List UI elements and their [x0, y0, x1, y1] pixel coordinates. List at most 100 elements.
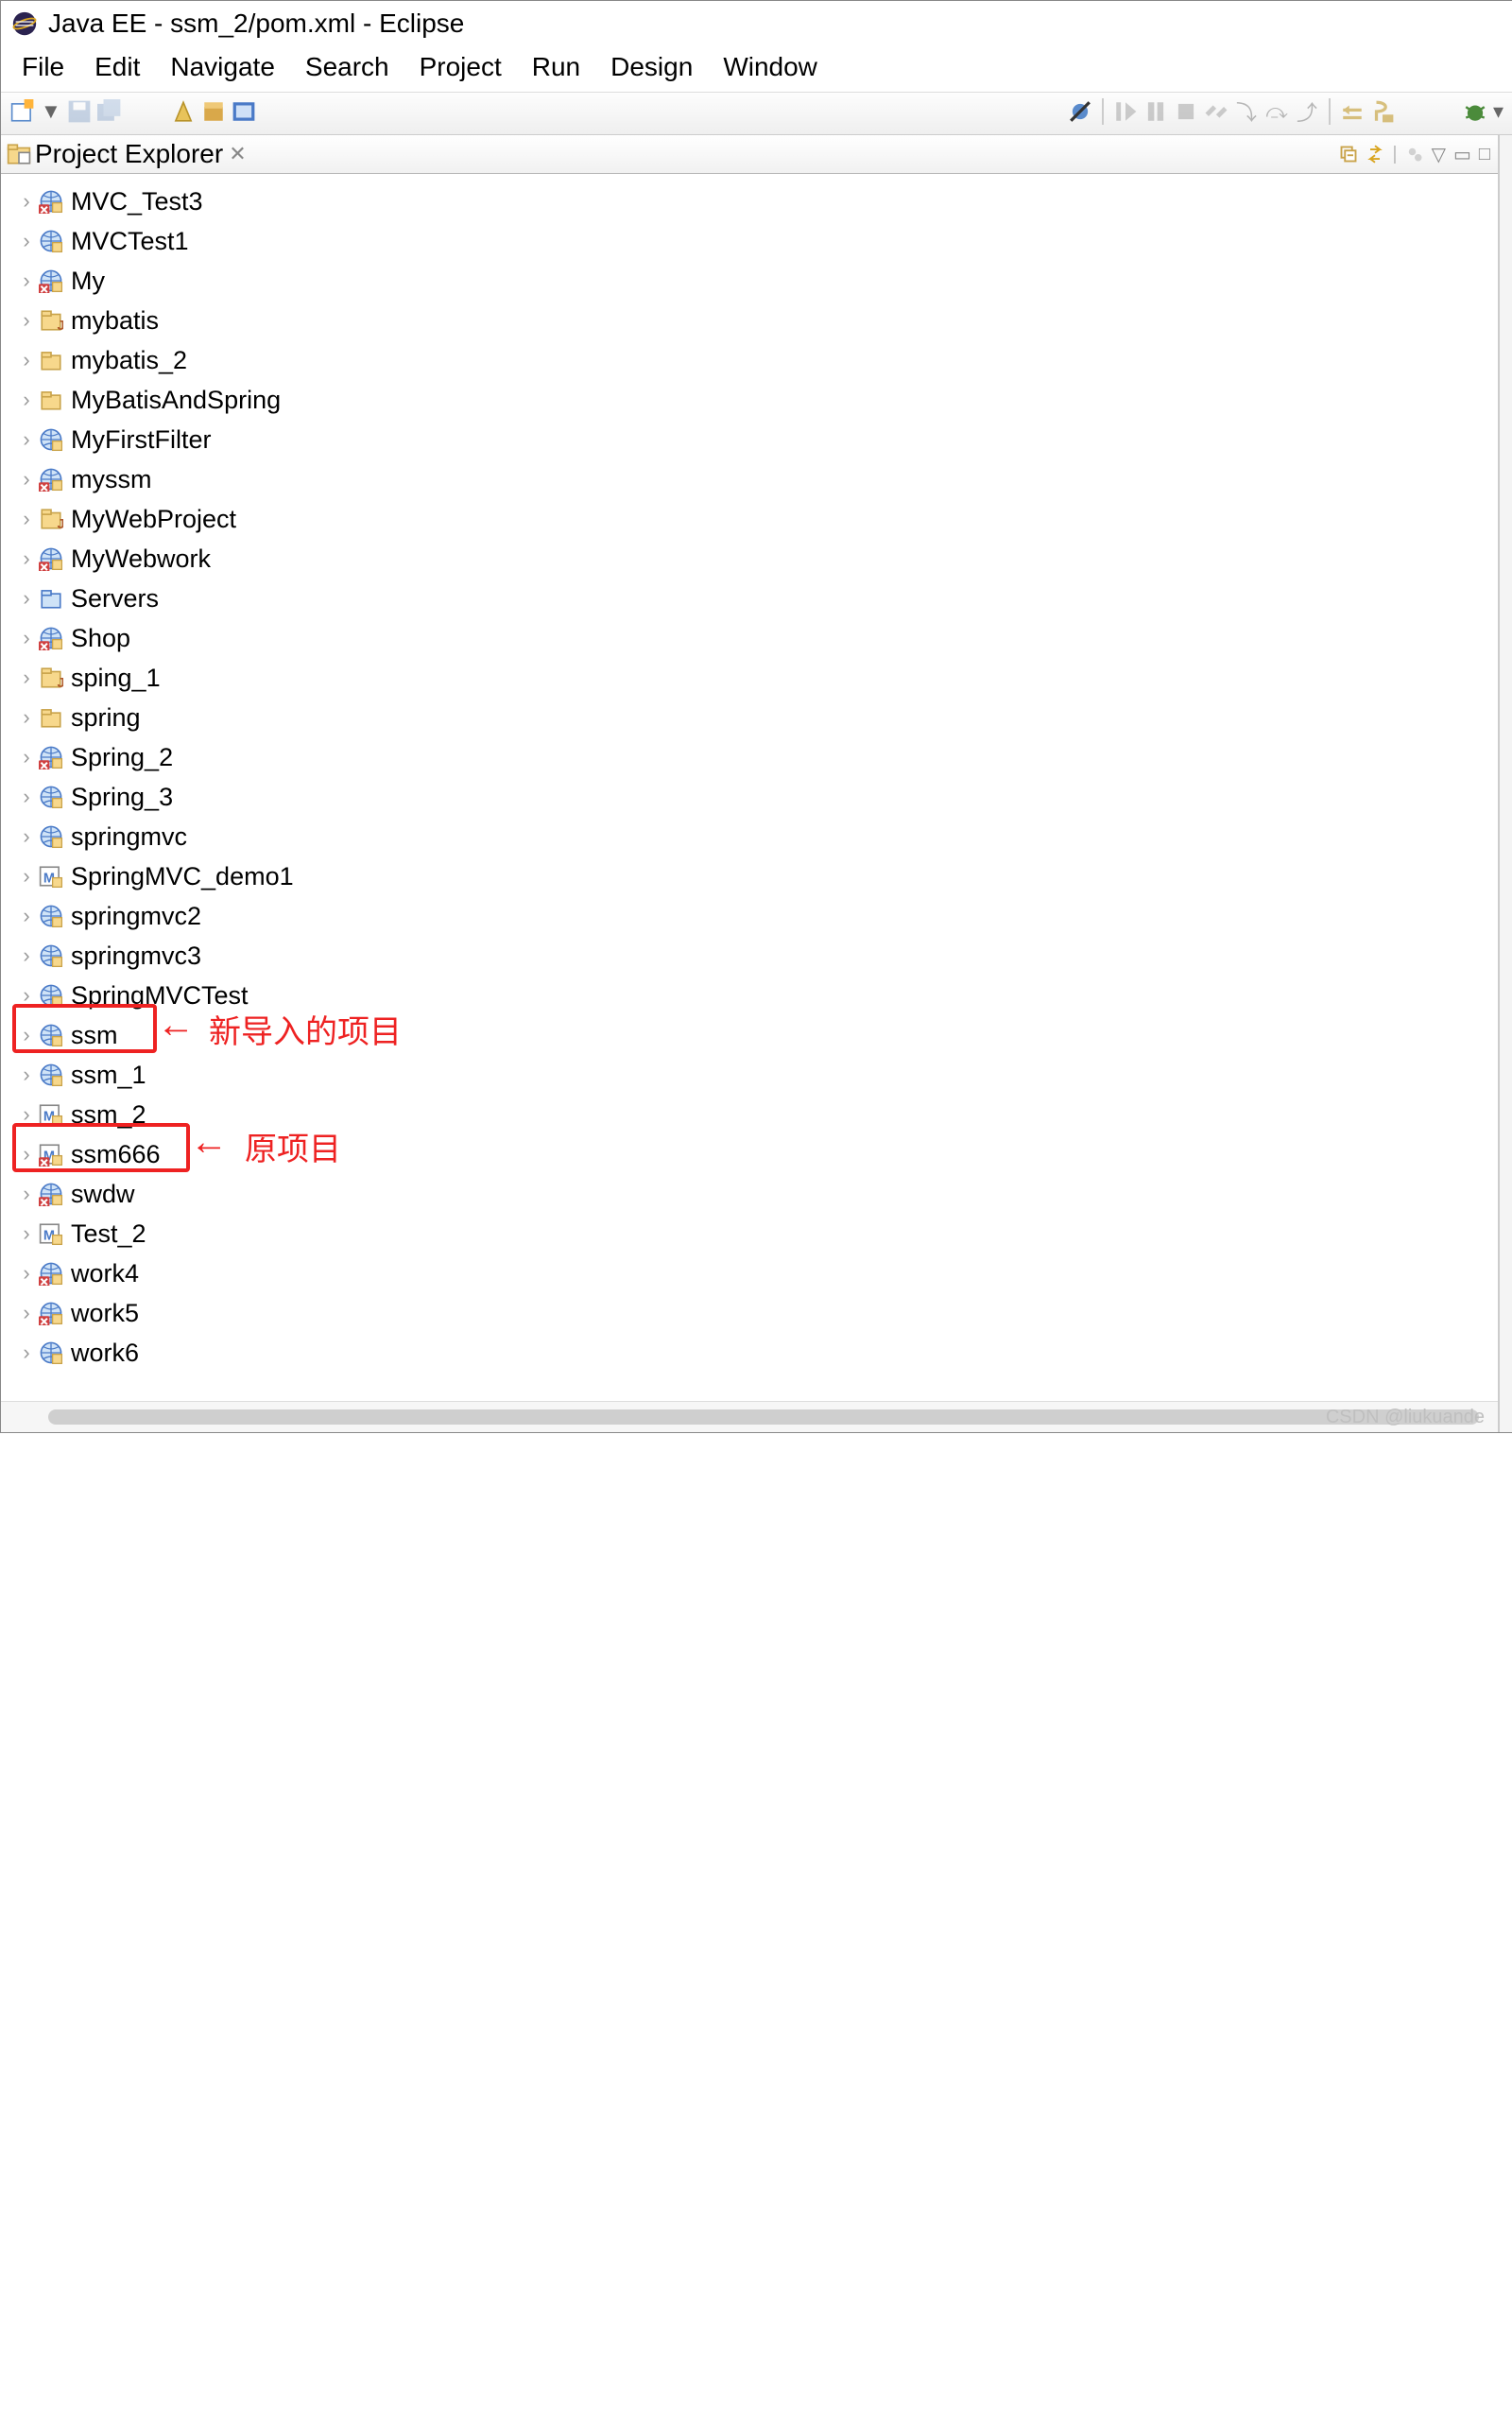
build-icon[interactable] — [171, 99, 196, 124]
project-Test_2[interactable]: ›MTest_2 — [1, 1214, 1498, 1253]
expand-icon[interactable]: › — [18, 1221, 35, 1246]
maximize-view-icon[interactable]: □ — [1479, 144, 1490, 165]
dropdown-icon[interactable]: ▼ — [41, 99, 61, 124]
expand-icon[interactable]: › — [18, 983, 35, 1008]
expand-icon[interactable]: › — [18, 904, 35, 928]
project-SpringMVC_demo1[interactable]: ›MSpringMVC_demo1 — [1, 856, 1498, 896]
project-mybatis_2[interactable]: ›mybatis_2 — [1, 340, 1498, 380]
expand-icon[interactable]: › — [18, 1182, 35, 1206]
project-mybatis[interactable]: ›Jmybatis — [1, 301, 1498, 340]
link-editor-icon[interactable] — [1366, 145, 1384, 164]
project-ssm666[interactable]: ›Mssm666 — [1, 1134, 1498, 1174]
save-all-icon[interactable] — [97, 99, 122, 124]
expand-icon[interactable]: › — [18, 1063, 35, 1087]
disconnect-icon[interactable] — [1204, 99, 1228, 124]
project-label: MyWebwork — [71, 544, 211, 574]
step-into-icon[interactable]: ⤵ — [1234, 99, 1259, 124]
project-ssm[interactable]: ›ssm — [1, 1015, 1498, 1055]
project-springmvc[interactable]: ›springmvc — [1, 817, 1498, 856]
project-swdw[interactable]: ›swdw — [1, 1174, 1498, 1214]
expand-icon[interactable]: › — [18, 864, 35, 889]
expand-icon[interactable]: › — [18, 1023, 35, 1047]
menu-file[interactable]: File — [22, 52, 64, 82]
project-springmvc3[interactable]: ›springmvc3 — [1, 936, 1498, 976]
expand-icon[interactable]: › — [18, 745, 35, 769]
project-MyBatisAndSpring[interactable]: ›MyBatisAndSpring — [1, 380, 1498, 420]
menu-edit[interactable]: Edit — [94, 52, 140, 82]
step-return-icon[interactable]: ⤴ — [1295, 99, 1319, 124]
project-sping_1[interactable]: ›Jsping_1 — [1, 658, 1498, 698]
stop-icon[interactable] — [1174, 99, 1198, 124]
debug-icon[interactable] — [1463, 99, 1487, 124]
project-MyWebwork[interactable]: › MyWebwork — [1, 539, 1498, 579]
resume-icon[interactable] — [1113, 99, 1138, 124]
save-icon[interactable] — [67, 99, 92, 124]
drop-frame-icon[interactable] — [1340, 99, 1365, 124]
project-work4[interactable]: ›work4 — [1, 1253, 1498, 1293]
expand-icon[interactable]: › — [18, 1340, 35, 1365]
expand-icon[interactable]: › — [18, 427, 35, 452]
step-filters-icon[interactable] — [1370, 99, 1395, 124]
project-MyFirstFilter[interactable]: ›MyFirstFilter — [1, 420, 1498, 459]
project-MVC_Test3[interactable]: ›MVC_Test3 — [1, 182, 1498, 221]
menu-design[interactable]: Design — [610, 52, 693, 82]
expand-icon[interactable]: › — [18, 1142, 35, 1167]
expand-icon[interactable]: › — [18, 268, 35, 293]
menu-window[interactable]: Window — [723, 52, 817, 82]
view-menu-icon[interactable]: ▽ — [1432, 143, 1446, 166]
project-myssm[interactable]: ›myssm — [1, 459, 1498, 499]
project-explorer-tab[interactable]: Project Explorer ✕ | ▽ ▭ □ — [1, 135, 1498, 174]
project-work6[interactable]: ›work6 — [1, 1333, 1498, 1373]
expand-icon[interactable]: › — [18, 626, 35, 650]
expand-icon[interactable]: › — [18, 1102, 35, 1127]
expand-icon[interactable]: › — [18, 1301, 35, 1325]
expand-icon[interactable]: › — [18, 705, 35, 730]
project-spring[interactable]: ›spring — [1, 698, 1498, 737]
focus-task-icon[interactable] — [1405, 145, 1424, 164]
menu-project[interactable]: Project — [420, 52, 502, 82]
project-Spring_2[interactable]: ›Spring_2 — [1, 737, 1498, 777]
minimize-view-icon[interactable]: ▭ — [1453, 143, 1471, 166]
editor-icon[interactable] — [232, 99, 256, 124]
project-springmvc2[interactable]: ›springmvc2 — [1, 896, 1498, 936]
new-icon[interactable] — [10, 99, 35, 124]
project-Shop[interactable]: ›Shop — [1, 618, 1498, 658]
step-over-icon[interactable]: ⤼ — [1264, 99, 1289, 124]
menu-search[interactable]: Search — [305, 52, 389, 82]
expand-icon[interactable]: › — [18, 943, 35, 968]
expand-icon[interactable]: › — [18, 229, 35, 253]
expand-icon[interactable]: › — [18, 189, 35, 214]
expand-icon[interactable]: › — [18, 1261, 35, 1286]
project-MyWebProject[interactable]: ›JMyWebProject — [1, 499, 1498, 539]
project-tree[interactable]: ›MVC_Test3›MVCTest1›My›Jmybatis›mybatis_… — [1, 174, 1498, 1401]
expand-icon[interactable]: › — [18, 586, 35, 611]
project-work5[interactable]: ›work5 — [1, 1293, 1498, 1333]
no-breakpoints-icon[interactable] — [1068, 99, 1092, 124]
project-ssm_1[interactable]: ›ssm_1 — [1, 1055, 1498, 1095]
menu-navigate[interactable]: Navigate — [170, 52, 275, 82]
menu-run[interactable]: Run — [532, 52, 580, 82]
project-Spring_3[interactable]: ›Spring_3 — [1, 777, 1498, 817]
expand-icon[interactable]: › — [18, 348, 35, 372]
project-SpringMVCTest[interactable]: ›SpringMVCTest — [1, 976, 1498, 1015]
expand-icon[interactable]: › — [18, 824, 35, 849]
horizontal-scrollbar[interactable] — [48, 1409, 1479, 1425]
expand-icon[interactable]: › — [18, 785, 35, 809]
close-view-icon[interactable]: ✕ — [229, 142, 246, 166]
pause-icon[interactable] — [1143, 99, 1168, 124]
expand-icon[interactable]: › — [18, 388, 35, 412]
package-icon[interactable] — [201, 99, 226, 124]
expand-icon[interactable]: › — [18, 467, 35, 492]
debug-dropdown-icon[interactable]: ▾ — [1493, 99, 1503, 124]
expand-icon[interactable]: › — [18, 546, 35, 571]
project-icon: M — [39, 1142, 63, 1167]
project-icon — [39, 1340, 63, 1365]
project-ssm_2[interactable]: ›Mssm_2 — [1, 1095, 1498, 1134]
expand-icon[interactable]: › — [18, 308, 35, 333]
project-My[interactable]: ›My — [1, 261, 1498, 301]
project-MVCTest1[interactable]: ›MVCTest1 — [1, 221, 1498, 261]
expand-icon[interactable]: › — [18, 507, 35, 531]
expand-icon[interactable]: › — [18, 666, 35, 690]
project-Servers[interactable]: ›Servers — [1, 579, 1498, 618]
collapse-all-icon[interactable] — [1339, 145, 1358, 164]
